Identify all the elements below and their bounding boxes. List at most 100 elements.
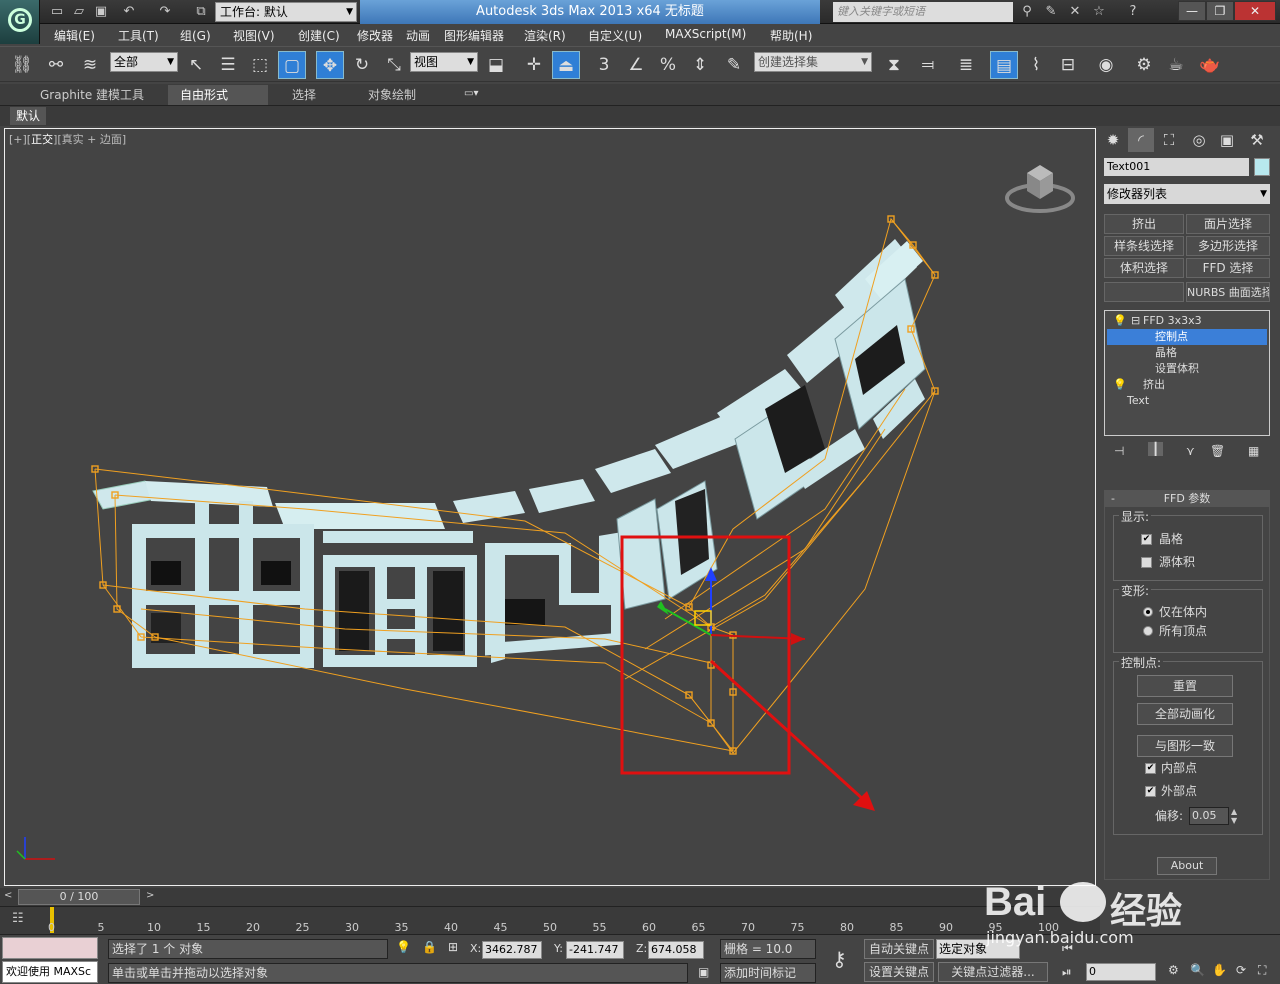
modify-tab-icon[interactable]: ◜ (1128, 128, 1154, 152)
layer-manager-icon[interactable]: ≣ (952, 51, 980, 79)
time-tag-icon[interactable]: ▣ (698, 965, 709, 979)
patch-select-button[interactable]: 面片选择 (1186, 214, 1270, 234)
lightbulb-icon[interactable]: 💡 (1113, 377, 1127, 393)
offset-spinner[interactable]: 0.05 (1189, 807, 1229, 825)
set-key-icon[interactable]: ⚷ (832, 947, 847, 971)
conform-to-shape-button[interactable]: 与图形一致 (1137, 735, 1233, 757)
current-frame-field[interactable]: 0 (1086, 963, 1156, 981)
perspective-viewport[interactable]: [+][正交][真实 + 边面] (4, 128, 1096, 886)
maximize-viewport-icon[interactable]: ⛶ (1258, 963, 1266, 978)
time-config-icon[interactable]: ⚙ (1168, 963, 1179, 977)
redo-icon[interactable]: ↷ (156, 3, 174, 21)
time-slider-track[interactable]: < > (0, 888, 1100, 906)
spline-select-button[interactable]: 样条线选择 (1104, 236, 1184, 256)
app-logo-button[interactable]: G (0, 0, 40, 44)
time-slider-prev-icon[interactable]: < (4, 890, 12, 901)
align-icon[interactable]: ⫤ (914, 51, 942, 79)
hierarchy-tab-icon[interactable]: ⛶ (1156, 128, 1182, 152)
mini-curve-editor-icon[interactable]: ☷ (12, 911, 24, 926)
time-slider-next-icon[interactable]: > (146, 890, 154, 901)
menu-maxscript[interactable]: MAXScript(M) (665, 27, 746, 41)
poly-select-button[interactable]: 多边形选择 (1186, 236, 1270, 256)
z-coordinate-field[interactable]: 674.058 (648, 941, 704, 959)
collapse-icon[interactable]: ⊟ (1131, 313, 1140, 329)
render-setup-icon[interactable]: ⚙ (1130, 51, 1158, 79)
ffd-select-button[interactable]: FFD 选择 (1186, 258, 1270, 278)
select-by-name-icon[interactable]: ☰ (214, 51, 242, 79)
select-scale-icon[interactable]: ⤡ (380, 51, 408, 79)
select-move-icon[interactable]: ✥ (316, 51, 344, 79)
stack-item-text[interactable]: Text (1107, 393, 1267, 409)
curved-text-object[interactable] (92, 239, 926, 668)
curve-editor-icon[interactable]: ⌇ (1022, 51, 1050, 79)
lightbulb-icon[interactable]: 💡 (1113, 313, 1127, 329)
menu-views[interactable]: 视图(V) (233, 27, 275, 44)
stack-item-extrude[interactable]: 💡 挤出 (1107, 377, 1267, 393)
render-production-icon[interactable]: 🫖 (1196, 51, 1224, 79)
save-file-icon[interactable]: ▣ (92, 3, 110, 21)
create-tab-icon[interactable]: ✹ (1100, 128, 1126, 152)
modifier-list-dropdown[interactable]: 修改器列表 (1104, 184, 1270, 204)
subscription-icon[interactable]: ✎ (1042, 3, 1060, 21)
selection-lock-icon[interactable]: 🔒 (422, 940, 437, 954)
x-coordinate-field[interactable]: 3462.787 (482, 941, 542, 959)
source-volume-checkbox[interactable] (1141, 557, 1152, 568)
show-end-result-icon[interactable]: ┃ (1148, 442, 1164, 456)
reference-coordinate-dropdown[interactable]: 视图 (410, 52, 478, 72)
edit-named-selection-icon[interactable]: ✎ (720, 51, 748, 79)
window-crossing-icon[interactable]: ▢ (278, 51, 306, 79)
object-color-swatch[interactable] (1254, 158, 1270, 176)
material-editor-icon[interactable]: ◉ (1092, 51, 1120, 79)
key-mode-toggle-icon[interactable]: ⏯ (1062, 965, 1072, 980)
orbit-icon[interactable]: ⟳ (1236, 963, 1246, 977)
all-vertices-radio[interactable] (1143, 626, 1153, 636)
select-rotate-icon[interactable]: ↻ (348, 51, 376, 79)
angle-snap-icon[interactable]: ∠ (622, 51, 650, 79)
percent-snap-icon[interactable]: % (654, 51, 682, 79)
spinner-snap-icon[interactable]: ⇕ (686, 51, 714, 79)
named-selection-dropdown[interactable]: 创建选择集 (754, 52, 872, 72)
key-filters-button[interactable]: 关键点过滤器... (938, 962, 1048, 982)
new-file-icon[interactable]: ▭ (48, 3, 66, 21)
menu-graph-editors[interactable]: 图形编辑器 (444, 27, 504, 44)
set-key-button[interactable]: 设置关键点 (864, 962, 934, 982)
viewcube-icon[interactable] (1005, 165, 1075, 213)
configure-sets-icon[interactable]: ▦ (1248, 444, 1259, 458)
inside-points-checkbox[interactable]: ✔ (1145, 763, 1156, 774)
make-unique-icon[interactable]: ⋎ (1186, 444, 1195, 458)
zoom-icon[interactable]: 🔍 (1190, 963, 1205, 977)
search-input[interactable]: 键入关键字或短语 (833, 2, 1013, 22)
offset-spinner-arrows-icon[interactable]: ▲ ▼ (1231, 807, 1237, 825)
isolate-selection-icon[interactable]: 💡 (396, 940, 411, 954)
timeline-ruler[interactable]: ☷ 0 5 10 15 20 25 30 35 40 45 50 55 60 65 70 75 80 85 90 95… (0, 906, 1100, 934)
keyboard-shortcut-override-icon[interactable]: ⏏ (552, 51, 580, 79)
add-time-tag[interactable]: 添加时间标记 (720, 963, 816, 983)
time-slider-knob[interactable]: 0 / 100 (18, 889, 140, 905)
rollout-title[interactable]: - FFD 参数 (1105, 491, 1269, 507)
graphite-toggle-icon[interactable]: ▤ (990, 51, 1018, 79)
binoculars-icon[interactable]: ⚲ (1018, 3, 1036, 21)
ribbon-options-icon[interactable]: ▭▾ (464, 88, 478, 99)
pin-stack-icon[interactable]: ⊣ (1114, 444, 1124, 458)
project-folder-icon[interactable]: ⧉ (192, 3, 210, 21)
bind-space-warp-icon[interactable]: ≋ (76, 51, 104, 79)
tab-graphite[interactable]: Graphite 建模工具 (28, 85, 156, 105)
menu-create[interactable]: 创建(C) (298, 27, 340, 44)
workspace-dropdown[interactable]: 工作台: 默认 (215, 2, 357, 22)
undo-icon[interactable]: ↶ (120, 3, 138, 21)
rendered-frame-icon[interactable]: ☕ (1162, 51, 1190, 79)
close-icon[interactable]: ✕ (1234, 1, 1276, 21)
rectangular-selection-icon[interactable]: ⬚ (246, 51, 274, 79)
snap-toggle-icon[interactable]: 3 (590, 51, 618, 79)
menu-tools[interactable]: 工具(T) (118, 27, 159, 44)
tab-freeform[interactable]: 自由形式 (168, 85, 268, 105)
link-icon[interactable]: ⛓ (8, 51, 36, 79)
auto-key-button[interactable]: 自动关键点 (864, 939, 934, 959)
absolute-mode-icon[interactable]: ⊞ (448, 940, 458, 954)
select-object-icon[interactable]: ↖ (182, 51, 210, 79)
outside-points-checkbox[interactable]: ✔ (1145, 786, 1156, 797)
minimize-icon[interactable]: — (1178, 1, 1206, 21)
volume-select-button[interactable]: 体积选择 (1104, 258, 1184, 278)
stack-item-lattice[interactable]: 晶格 (1107, 345, 1267, 361)
extrude-modifier-button[interactable]: 挤出 (1104, 214, 1184, 234)
